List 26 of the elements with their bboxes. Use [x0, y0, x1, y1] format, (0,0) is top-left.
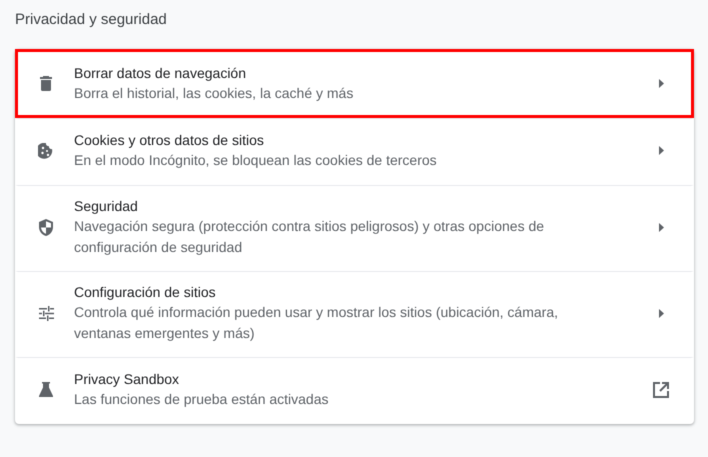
arrow-right-icon	[658, 222, 664, 232]
section-title: Privacidad y seguridad	[15, 11, 168, 30]
settings-row[interactable]: Cookies y otros datos de sitios En el modo Incógnito, se bloquean las cookies de terceros	[15, 118, 694, 185]
row-title: Cookies y otros datos de sitios	[74, 131, 265, 150]
row-description: En el modo Incógnito, se bloquean las cookies de terceros	[74, 151, 438, 170]
row-title: Privacy Sandbox	[74, 370, 180, 389]
arrow-right-icon	[658, 308, 664, 318]
sliders-icon	[38, 306, 54, 320]
row-description: Controla qué información pueden usar y mostrar los sitios (ubicación, cámara, ventanas emergentes y más)	[74, 303, 560, 343]
row-description: Borra el historial, las cookies, la caché y más	[74, 84, 354, 103]
settings-row[interactable]: Configuración de sitios Controla qué información pueden usar y mostrar los sitios (ubicación, cámara, ventanas emergentes y más)	[15, 271, 694, 357]
arrow-right-icon	[658, 79, 664, 88]
settings-row[interactable]: Borrar datos de navegación Borra el historial, las cookies, la caché y más	[15, 49, 694, 118]
external-link-icon	[653, 382, 669, 398]
row-title: Configuración de sitios	[74, 283, 217, 302]
settings-row[interactable]: Privacy Sandbox Las funciones de prueba están activadas	[15, 357, 694, 424]
shield-icon	[39, 218, 53, 236]
row-description: Navegación segura (protección contra sitios peligrosos) y otras opciones de configuración de seguridad	[74, 217, 546, 257]
row-title: Seguridad	[74, 197, 139, 216]
trash-icon	[40, 76, 52, 91]
settings-row[interactable]: Seguridad Navegación segura (protección contra sitios peligrosos) y otras opciones de configuración de seguridad	[15, 185, 694, 271]
cookie-icon	[38, 142, 54, 158]
flask-icon	[39, 382, 53, 397]
arrow-right-icon	[658, 146, 664, 155]
row-description: Las funciones de prueba están activadas	[74, 390, 330, 409]
row-title: Borrar datos de navegación	[74, 64, 247, 83]
